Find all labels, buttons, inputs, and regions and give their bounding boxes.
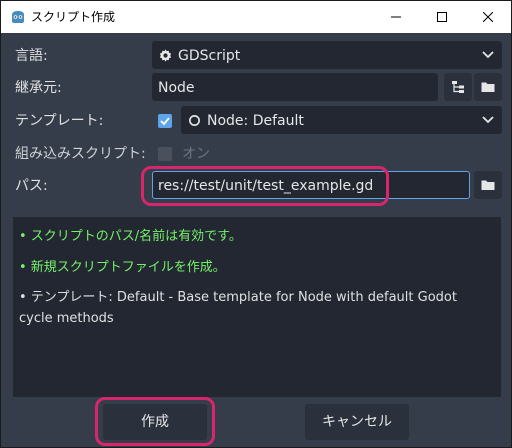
inherits-value: Node	[158, 80, 195, 96]
godot-logo-icon	[12, 11, 24, 23]
inherits-browse-button[interactable]	[474, 73, 502, 101]
template-dropdown[interactable]: Node: Default	[181, 106, 502, 134]
create-script-dialog: スクリプト作成 言語: GDScript 継承元: Node テンプレート: N…	[0, 0, 512, 448]
template-value: Node: Default	[207, 113, 304, 129]
status-message-valid: • スクリプトのパス/名前は有効です。	[19, 229, 242, 244]
path-label: パス:	[15, 178, 48, 194]
class-tree-button[interactable]	[444, 73, 472, 101]
chevron-down-icon	[482, 51, 494, 59]
chevron-down-icon	[482, 116, 494, 124]
minimize-button[interactable]	[373, 1, 419, 33]
builtin-option-label: オン	[182, 146, 210, 162]
checkmark-icon	[160, 117, 170, 126]
gear-icon	[159, 49, 172, 62]
language-dropdown[interactable]: GDScript	[152, 41, 502, 69]
status-message-template: • テンプレート: Default - Base template for No…	[19, 290, 457, 326]
status-message-new-file: • 新規スクリプトファイルを作成。	[19, 260, 226, 275]
circle-icon	[189, 115, 200, 126]
close-icon	[483, 12, 493, 22]
folder-icon	[481, 180, 495, 190]
folder-icon	[481, 82, 495, 92]
path-highlight	[141, 166, 389, 206]
inherits-field[interactable]: Node	[152, 73, 438, 101]
language-value: GDScript	[178, 48, 241, 64]
maximize-icon	[437, 12, 447, 22]
template-label: テンプレート:	[15, 113, 104, 129]
class-tree-icon	[452, 81, 464, 93]
title-bar[interactable]: スクリプト作成	[1, 1, 511, 33]
create-highlight	[95, 397, 215, 446]
language-label: 言語:	[15, 48, 48, 64]
builtin-label: 組み込みスクリプト:	[15, 146, 146, 162]
close-button[interactable]	[465, 1, 511, 33]
inherits-label: 継承元:	[15, 80, 62, 96]
cancel-button[interactable]: キャンセル	[305, 404, 409, 440]
minimize-icon	[391, 16, 401, 18]
template-checkbox[interactable]	[158, 114, 172, 128]
path-browse-button[interactable]	[474, 171, 502, 199]
status-panel: • スクリプトのパス/名前は有効です。 • 新規スクリプトファイルを作成。 • …	[13, 217, 501, 397]
maximize-button[interactable]	[419, 1, 465, 33]
builtin-checkbox[interactable]	[158, 147, 172, 161]
window-title: スクリプト作成	[31, 10, 116, 24]
